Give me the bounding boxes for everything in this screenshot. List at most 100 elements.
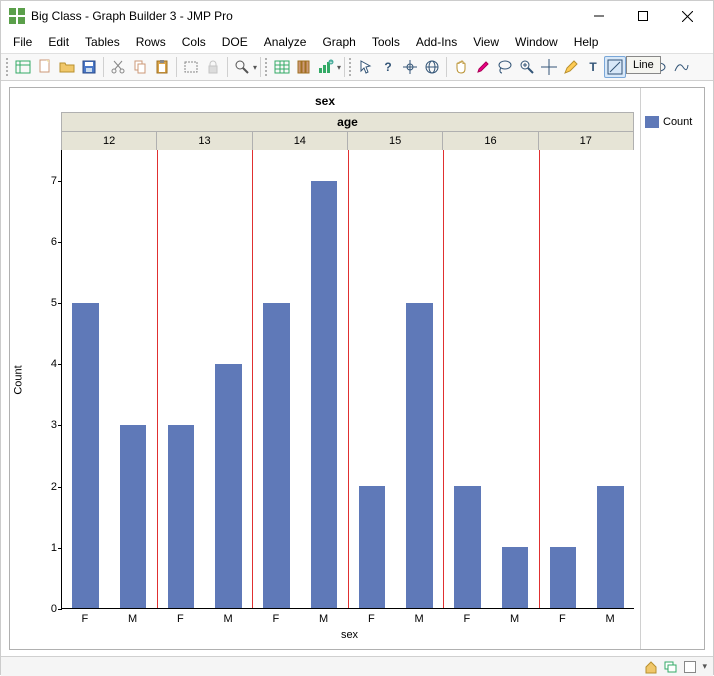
svg-text:?: ? — [384, 60, 391, 74]
x-axis-title[interactable]: sex — [61, 625, 638, 643]
bar-slot[interactable] — [300, 150, 347, 608]
toolbar-grip-2[interactable] — [264, 57, 268, 77]
search-icon[interactable] — [231, 56, 253, 78]
menu-rows[interactable]: Rows — [128, 33, 174, 51]
legend-label: Count — [663, 116, 692, 128]
bar[interactable] — [215, 364, 241, 608]
facet-title-age[interactable]: age — [62, 113, 633, 132]
hand-icon[interactable] — [450, 56, 472, 78]
line-tool-icon[interactable] — [604, 56, 626, 78]
facet-panel[interactable] — [444, 150, 540, 608]
facet-cell[interactable]: 13 — [157, 132, 252, 150]
status-dropdown-arrow[interactable]: ▾ — [702, 661, 707, 672]
bar[interactable] — [359, 486, 385, 608]
facet-panel[interactable] — [253, 150, 349, 608]
bar-slot[interactable] — [396, 150, 443, 608]
menu-tables[interactable]: Tables — [77, 33, 128, 51]
bar[interactable] — [72, 303, 98, 608]
lasso-icon[interactable] — [494, 56, 516, 78]
toolbar-grip-3[interactable] — [348, 57, 352, 77]
select-rect-icon[interactable] — [180, 56, 202, 78]
bar[interactable] — [550, 547, 576, 608]
brush-icon[interactable] — [472, 56, 494, 78]
facet-cell[interactable]: 15 — [348, 132, 443, 150]
columns-icon[interactable] — [293, 56, 315, 78]
new-icon[interactable] — [34, 56, 56, 78]
x-tick-label: M — [491, 609, 539, 625]
crosshair-icon[interactable] — [538, 56, 560, 78]
search-dropdown-arrow[interactable]: ▾ — [253, 63, 257, 72]
cut-icon[interactable] — [107, 56, 129, 78]
facet-cell[interactable]: 12 — [62, 132, 157, 150]
home-icon[interactable] — [644, 660, 658, 674]
svg-text:+: + — [330, 60, 333, 66]
menu-window[interactable]: Window — [507, 33, 566, 51]
facet-panel[interactable] — [540, 150, 635, 608]
bar[interactable] — [168, 425, 194, 608]
bar[interactable] — [597, 486, 623, 608]
add-chart-icon[interactable]: + — [315, 56, 337, 78]
lock-icon[interactable] — [202, 56, 224, 78]
paste-icon[interactable] — [151, 56, 173, 78]
close-button[interactable] — [665, 1, 709, 31]
zoom-in-icon[interactable] — [516, 56, 538, 78]
help-pointer-icon[interactable]: ? — [377, 56, 399, 78]
bar[interactable] — [311, 181, 337, 608]
bar[interactable] — [502, 547, 528, 608]
crosshair-plus-icon[interactable] — [399, 56, 421, 78]
bar-slot[interactable] — [62, 150, 109, 608]
chart-dropdown-arrow[interactable]: ▾ — [337, 63, 341, 72]
minimize-button[interactable] — [577, 1, 621, 31]
menu-addins[interactable]: Add-Ins — [408, 33, 465, 51]
menu-doe[interactable]: DOE — [214, 33, 256, 51]
facet-cell[interactable]: 17 — [539, 132, 633, 150]
legend[interactable]: Count — [640, 88, 704, 649]
bar-slot[interactable] — [253, 150, 300, 608]
menu-file[interactable]: File — [5, 33, 40, 51]
windows-list-icon[interactable] — [664, 660, 678, 674]
x-axis[interactable]: FMFMFMFMFMFM — [61, 609, 634, 625]
bar[interactable] — [120, 425, 146, 608]
facet-cell[interactable]: 14 — [253, 132, 348, 150]
y-axis-title[interactable]: Count — [12, 150, 26, 609]
column-header-sex[interactable]: sex — [12, 94, 638, 112]
bar-slot[interactable] — [349, 150, 396, 608]
menu-graph[interactable]: Graph — [314, 33, 363, 51]
bar[interactable] — [406, 303, 432, 608]
pointer-icon[interactable] — [355, 56, 377, 78]
bar-slot[interactable] — [491, 150, 538, 608]
plot-body[interactable] — [61, 150, 634, 609]
status-box[interactable] — [684, 661, 696, 673]
menu-cols[interactable]: Cols — [174, 33, 214, 51]
text-label-icon[interactable]: T — [582, 56, 604, 78]
menu-help[interactable]: Help — [566, 33, 607, 51]
curve-icon[interactable] — [670, 56, 692, 78]
menu-tools[interactable]: Tools — [364, 33, 408, 51]
bar[interactable] — [454, 486, 480, 608]
y-axis[interactable]: 01234567 — [26, 150, 61, 609]
bar-slot[interactable] — [540, 150, 587, 608]
bar-slot[interactable] — [205, 150, 252, 608]
menu-edit[interactable]: Edit — [40, 33, 77, 51]
save-icon[interactable] — [78, 56, 100, 78]
facet-cell[interactable]: 16 — [443, 132, 538, 150]
bar-slot[interactable] — [158, 150, 205, 608]
toolbar-grip[interactable] — [5, 57, 9, 77]
datatable-icon[interactable] — [12, 56, 34, 78]
open-folder-icon[interactable] — [56, 56, 78, 78]
maximize-button[interactable] — [621, 1, 665, 31]
x-tick-label: M — [300, 609, 348, 625]
menu-analyze[interactable]: Analyze — [256, 33, 315, 51]
facet-panel[interactable] — [349, 150, 445, 608]
globe-icon[interactable] — [421, 56, 443, 78]
bar-slot[interactable] — [587, 150, 634, 608]
menu-view[interactable]: View — [465, 33, 507, 51]
grid-view-icon[interactable] — [271, 56, 293, 78]
pencil-icon[interactable] — [560, 56, 582, 78]
facet-panel[interactable] — [158, 150, 254, 608]
copy-icon[interactable] — [129, 56, 151, 78]
bar-slot[interactable] — [109, 150, 156, 608]
facet-panel[interactable] — [62, 150, 158, 608]
bar[interactable] — [263, 303, 289, 608]
bar-slot[interactable] — [444, 150, 491, 608]
